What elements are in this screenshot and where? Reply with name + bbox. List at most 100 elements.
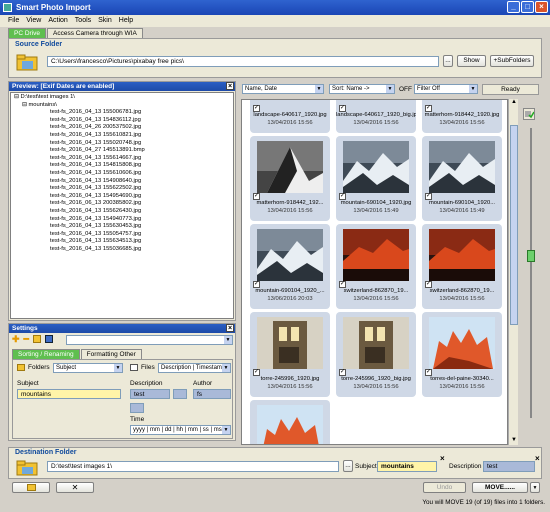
- minimize-button[interactable]: _: [507, 1, 520, 13]
- subfolders-button[interactable]: +SubFolders: [490, 55, 534, 67]
- tree-file-item[interactable]: test-fs_2016_06_13 200385802.jpg: [14, 200, 230, 208]
- tree-file-item[interactable]: test-fs_2016_04_13 155622502.jpg: [14, 185, 230, 193]
- thumbnail-checkbox[interactable]: ✓: [253, 105, 260, 112]
- tree-file-item[interactable]: test-fs_2016_04_13 155630453.jpg: [14, 223, 230, 231]
- thumbnail-image[interactable]: [429, 100, 495, 105]
- source-browse-button[interactable]: ...: [443, 55, 453, 67]
- thumbnail-image[interactable]: [343, 141, 409, 193]
- destination-path-input[interactable]: D:\test\test images 1\: [47, 461, 339, 472]
- thumbnail-image[interactable]: [257, 317, 323, 369]
- tools-button[interactable]: ✕: [56, 482, 94, 493]
- destination-browse-button[interactable]: ...: [343, 460, 353, 472]
- tree-file-item[interactable]: test-fs_2016_04_13 155614667.jpg: [14, 155, 230, 163]
- thumbnail-card[interactable]: ✓ torres-del-paine-30340... 13/04/2016 15:…: [422, 312, 502, 397]
- menu-view[interactable]: View: [26, 15, 41, 27]
- thumbnail-image[interactable]: [429, 229, 495, 281]
- time-format-select[interactable]: yyyy | mm | dd | hh | mm | ss | ms ▼: [130, 425, 231, 435]
- filter-select[interactable]: Filter Off ▼: [414, 84, 478, 94]
- remove-icon[interactable]: ━: [24, 335, 29, 344]
- tab-pc-drive[interactable]: PC Drive: [8, 28, 47, 38]
- undo-button[interactable]: Undo: [423, 482, 466, 493]
- maximize-button[interactable]: □: [521, 1, 534, 13]
- tree-file-item[interactable]: test-fs_2016_04_13 155054757.jpg: [14, 231, 230, 239]
- clear-description-icon[interactable]: ×: [535, 454, 540, 463]
- thumbnail-card[interactable]: ✓ mountain-690104_1920... 13/04/2016 15:49: [422, 136, 502, 221]
- zoom-slider[interactable]: [527, 250, 535, 262]
- add-icon[interactable]: ✚: [12, 335, 20, 344]
- thumbnail-image[interactable]: [343, 229, 409, 281]
- move-options-dropdown[interactable]: ▼: [530, 482, 540, 493]
- time-separator-input[interactable]: [130, 403, 144, 413]
- author-input[interactable]: fs: [193, 389, 231, 399]
- sort-name-select[interactable]: Sort: Name -> ▼: [329, 84, 395, 94]
- open-folder-icon[interactable]: [32, 335, 41, 343]
- thumbnail-image[interactable]: [343, 317, 409, 369]
- settings-close-icon[interactable]: ×: [226, 324, 234, 332]
- thumbnail-card[interactable]: ✓ mountain-690104_1920.jpg 13/04/2016 15:4…: [336, 136, 416, 221]
- thumbnail-checkbox[interactable]: ✓: [425, 105, 432, 112]
- menu-file[interactable]: File: [8, 15, 19, 27]
- thumbnail-card[interactable]: ✓ matterhorn-918442_192... 13/04/2016 15:5…: [250, 136, 330, 221]
- tree-file-item[interactable]: test-fs_2016_04_13 155020748.jpg: [14, 140, 230, 148]
- separator-input[interactable]: [173, 389, 187, 399]
- thumbnail-card[interactable]: ✓ switzerland-862870_19... 13/04/2016 15:5…: [422, 224, 502, 309]
- preview-close-icon[interactable]: ×: [226, 82, 234, 90]
- tree-file-item[interactable]: test-fs_2016_04_13 155610821.jpg: [14, 132, 230, 140]
- thumbnail-card[interactable]: ✓ matterhorn-918442_1920.jpg 13/04/2016 15…: [422, 100, 502, 133]
- move-button[interactable]: MOVE......: [472, 482, 528, 493]
- thumbnail-scrollbar[interactable]: ▲ ▼: [508, 99, 518, 445]
- thumbnail-checkbox[interactable]: ✓: [339, 193, 346, 200]
- thumbnail-checkbox[interactable]: ✓: [425, 193, 432, 200]
- thumbnail-checkbox[interactable]: ✓: [253, 369, 260, 376]
- destination-subject-input[interactable]: mountains: [377, 461, 437, 472]
- tab-sorting-renaming[interactable]: Sorting / Renaming: [12, 349, 80, 359]
- thumbnail-checkbox[interactable]: ✓: [425, 281, 432, 288]
- tree-file-item[interactable]: test-fs_2016_04_13 155626430.jpg: [14, 208, 230, 216]
- tree-file-item[interactable]: test-fs_2016_04_13 154815808.jpg: [14, 162, 230, 170]
- tab-formatting-other[interactable]: Formatting Other: [80, 349, 142, 359]
- show-button[interactable]: Show: [457, 55, 486, 67]
- description-input[interactable]: test: [130, 389, 170, 399]
- view-options-icon[interactable]: [523, 108, 535, 120]
- settings-profile-select[interactable]: ▼: [66, 335, 233, 345]
- thumbnail-checkbox[interactable]: ✓: [339, 281, 346, 288]
- subject-input[interactable]: mountains: [17, 389, 121, 399]
- open-folder-button[interactable]: [12, 482, 50, 493]
- thumbnail-checkbox[interactable]: ✓: [253, 281, 260, 288]
- thumbnail-checkbox[interactable]: ✓: [253, 193, 260, 200]
- tab-access-camera[interactable]: Access Camera through WIA: [47, 28, 143, 38]
- thumbnail-image[interactable]: [257, 100, 323, 105]
- tree-file-item[interactable]: test-fs_2016_04_13 154908640.jpg: [14, 178, 230, 186]
- destination-description-input[interactable]: test: [483, 461, 535, 472]
- tree-file-item[interactable]: test-fs_2016_04_13 154954690.jpg: [14, 193, 230, 201]
- thumbnail-image[interactable]: [343, 100, 409, 105]
- thumbnail-image[interactable]: [429, 141, 495, 193]
- tree-root[interactable]: ⊟ D:\test\test images 1\: [14, 94, 230, 102]
- tree-file-item[interactable]: test-fs_2016_04_13 155006781.jpg: [14, 109, 230, 117]
- scroll-down-icon[interactable]: ▼: [510, 437, 518, 445]
- thumbnail-card[interactable]: ✓ switzerland-862870_19... 13/04/2016 15:5…: [336, 224, 416, 309]
- menu-help[interactable]: Help: [119, 15, 133, 27]
- thumbnail-checkbox[interactable]: ✓: [425, 369, 432, 376]
- tree-file-item[interactable]: test-fs_2016_04_13 155036685.jpg: [14, 246, 230, 254]
- scroll-up-icon[interactable]: ▲: [510, 99, 518, 107]
- clear-subject-icon[interactable]: ×: [440, 454, 445, 463]
- scroll-thumb[interactable]: [510, 125, 518, 325]
- thumbnail-image[interactable]: [257, 229, 323, 281]
- thumbnail-image[interactable]: [257, 405, 323, 444]
- sort-select[interactable]: Name, Date ▼: [242, 84, 324, 94]
- tree-file-item[interactable]: test-fs_2016_04_13 155634513.jpg: [14, 238, 230, 246]
- tree-file-item[interactable]: test-fs_2016_04_13 154940773.jpg: [14, 216, 230, 224]
- menu-tools[interactable]: Tools: [75, 15, 91, 27]
- thumbnail-image[interactable]: [429, 317, 495, 369]
- close-button[interactable]: ×: [535, 1, 548, 13]
- thumbnail-checkbox[interactable]: ✓: [339, 369, 346, 376]
- files-select[interactable]: Description | Timestamp ▼: [158, 363, 231, 373]
- tree-file-item[interactable]: test-fs_2016_04_13 155610606.jpg: [14, 170, 230, 178]
- thumbnail-card[interactable]: ✓ landscape-640617_1920_big.jpg 13/04/2016…: [336, 100, 416, 133]
- thumbnail-card[interactable]: ✓ torre-245996_1920.jpg 13/04/2016 15:56: [250, 312, 330, 397]
- source-path-input[interactable]: C:\Users\francesco\Pictures\pixabay free…: [47, 56, 439, 67]
- save-icon[interactable]: [44, 335, 53, 343]
- folders-select[interactable]: Subject ▼: [53, 363, 123, 373]
- thumbnail-card[interactable]: [250, 400, 330, 444]
